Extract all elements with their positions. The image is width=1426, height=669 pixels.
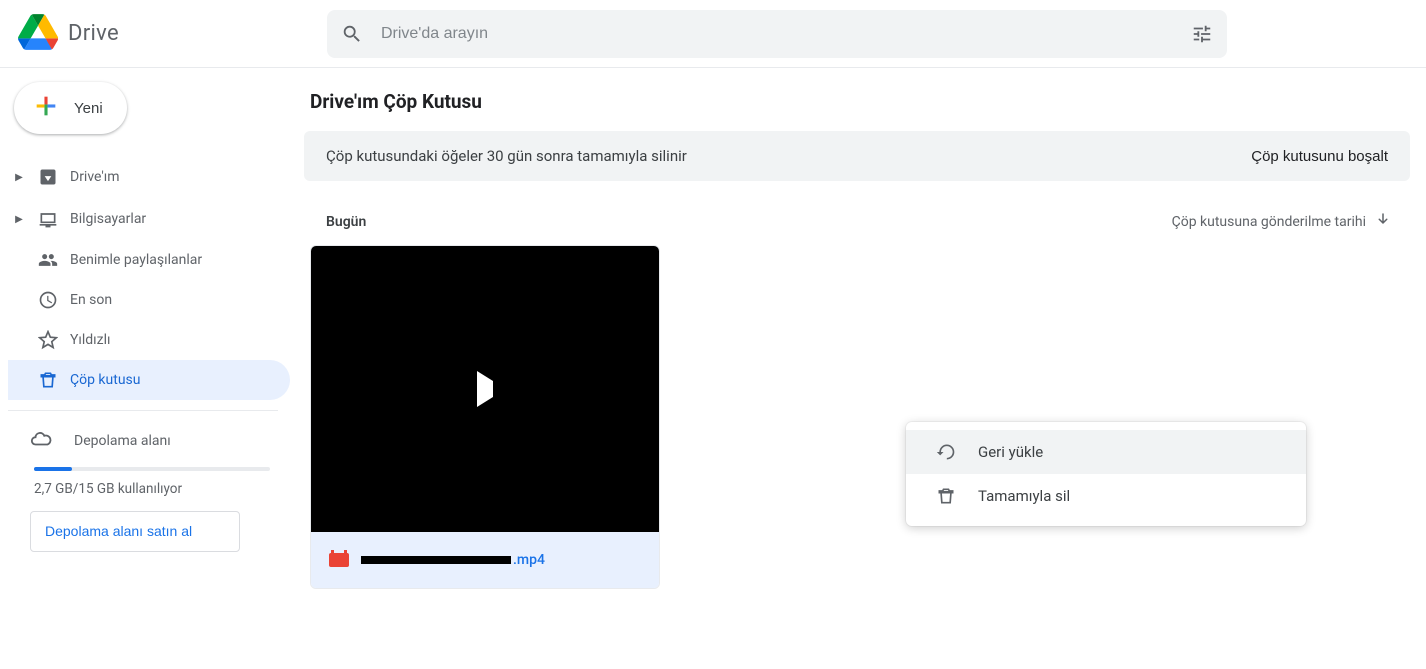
banner-message: Çöp kutusundaki öğeler 30 gün sonra tama…: [326, 147, 687, 165]
delete-forever-icon: [936, 486, 956, 506]
search-icon[interactable]: [341, 23, 363, 45]
restore-icon: [936, 442, 956, 462]
menu-item-delete-forever[interactable]: Tamamıyla sil: [906, 474, 1306, 518]
menu-item-restore[interactable]: Geri yükle: [906, 430, 1306, 474]
nav-label: Drive'ım: [70, 169, 120, 185]
my-drive-icon: [36, 167, 60, 187]
empty-trash-button[interactable]: Çöp kutusunu boşalt: [1251, 148, 1388, 165]
redacted-text: [361, 556, 511, 564]
sort-label: Çöp kutusuna gönderilme tarihi: [1172, 214, 1366, 230]
play-icon: [477, 381, 493, 397]
file-extension: .mp4: [513, 552, 545, 568]
nav-computers[interactable]: ▶ Bilgisayarlar: [8, 198, 290, 240]
storage-label: Depolama alanı: [74, 433, 171, 449]
divider: [8, 410, 278, 411]
chevron-right-icon[interactable]: ▶: [12, 172, 26, 183]
nav-label: Yıldızlı: [70, 332, 110, 348]
new-button[interactable]: Yeni: [14, 82, 127, 134]
nav-recent[interactable]: En son: [8, 280, 290, 320]
file-thumbnail[interactable]: [311, 246, 659, 532]
clock-icon: [36, 290, 60, 310]
cloud-icon: [30, 428, 52, 454]
context-menu: Geri yükle Tamamıyla sil: [906, 422, 1306, 526]
shared-icon: [36, 250, 60, 270]
computers-icon: [36, 209, 60, 229]
file-meta[interactable]: .mp4: [311, 532, 659, 588]
video-file-icon: [329, 553, 349, 567]
nav-list: ▶ Drive'ım ▶ Bilgisayarlar Benimle payla…: [8, 156, 290, 400]
menu-item-label: Geri yükle: [978, 443, 1043, 461]
star-icon: [36, 330, 60, 350]
nav-label: Benimle paylaşılanlar: [70, 252, 202, 268]
main-content: Drive'ım Çöp Kutusu Çöp kutusundaki öğel…: [290, 68, 1426, 669]
nav-label: En son: [70, 292, 112, 308]
section-label: Bugün: [326, 214, 366, 230]
drive-logo-icon: [18, 14, 58, 54]
nav-label: Çöp kutusu: [70, 372, 141, 388]
file-card[interactable]: .mp4: [310, 245, 660, 589]
app-name: Drive: [68, 21, 119, 46]
trash-icon: [36, 370, 60, 390]
sidebar: Yeni ▶ Drive'ım ▶ Bilgisayarlar Benimle …: [0, 68, 290, 669]
page-title: Drive'ım Çöp Kutusu: [304, 90, 1410, 113]
new-button-label: Yeni: [74, 100, 103, 117]
nav-trash[interactable]: Çöp kutusu: [8, 360, 290, 400]
logo-block[interactable]: Drive: [16, 14, 119, 54]
storage-bar: [34, 467, 270, 471]
search-options-icon[interactable]: [1191, 23, 1213, 45]
arrow-down-icon: [1374, 211, 1392, 233]
file-name: .mp4: [361, 552, 545, 568]
trash-info-banner: Çöp kutusundaki öğeler 30 gün sonra tama…: [304, 131, 1410, 181]
list-header: Bugün Çöp kutusuna gönderilme tarihi: [304, 211, 1410, 245]
nav-starred[interactable]: Yıldızlı: [8, 320, 290, 360]
buy-storage-button[interactable]: Depolama alanı satın al: [30, 511, 240, 552]
nav-my-drive[interactable]: ▶ Drive'ım: [8, 156, 290, 198]
sort-column[interactable]: Çöp kutusuna gönderilme tarihi: [1172, 211, 1392, 233]
search-input[interactable]: [381, 25, 1173, 43]
nav-storage[interactable]: Depolama alanı: [30, 421, 274, 461]
plus-icon: [32, 92, 60, 124]
app-header: Drive: [0, 0, 1426, 68]
chevron-right-icon[interactable]: ▶: [12, 214, 26, 225]
nav-label: Bilgisayarlar: [70, 211, 146, 227]
search-bar[interactable]: [327, 10, 1227, 58]
storage-usage-text: 2,7 GB/15 GB kullanılıyor: [34, 481, 274, 497]
nav-shared[interactable]: Benimle paylaşılanlar: [8, 240, 290, 280]
menu-item-label: Tamamıyla sil: [978, 487, 1070, 505]
